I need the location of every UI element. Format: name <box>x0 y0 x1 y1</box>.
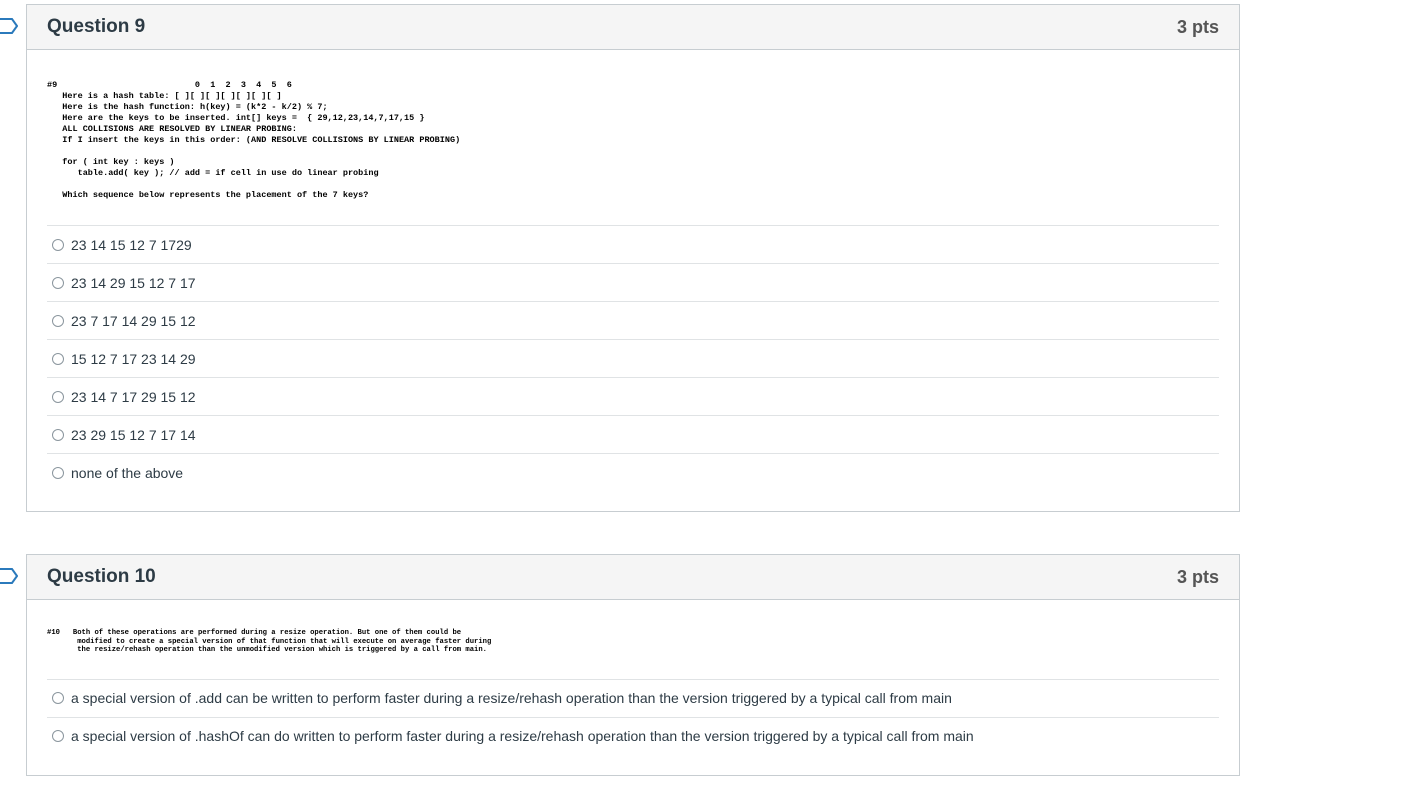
question-text: #9 0 1 2 3 4 5 6 Here is a hash table: [… <box>47 80 461 200</box>
answer-option[interactable]: a special version of .hashOf can do writ… <box>47 716 1219 755</box>
answer-option[interactable]: 23 14 15 12 7 1729 <box>47 225 1219 263</box>
answer-label[interactable]: a special version of .hashOf can do writ… <box>71 728 974 744</box>
answer-label[interactable]: none of the above <box>71 465 183 481</box>
radio-button[interactable] <box>52 730 64 742</box>
question-points: 3 pts <box>1176 566 1219 587</box>
answer-label[interactable]: 15 12 7 17 23 14 29 <box>71 351 196 367</box>
question-10: Question 10 3 pts #10 Both of these oper… <box>26 554 1240 776</box>
answer-label[interactable]: 23 14 15 12 7 1729 <box>71 237 192 253</box>
answer-option[interactable]: a special version of .add can be written… <box>47 678 1219 717</box>
radio-button[interactable] <box>52 238 64 251</box>
question-title: Question 10 <box>47 566 156 587</box>
answer-option[interactable]: 23 29 15 12 7 17 14 <box>47 415 1219 453</box>
radio-button[interactable] <box>52 352 64 365</box>
question-body: #10 Both of these operations are perform… <box>27 600 1239 755</box>
answer-option[interactable]: 23 14 29 15 12 7 17 <box>47 263 1219 301</box>
radio-button[interactable] <box>52 390 64 403</box>
answer-label[interactable]: 23 14 29 15 12 7 17 <box>71 275 196 291</box>
answer-label[interactable]: a special version of .add can be written… <box>71 690 952 706</box>
question-9: Question 9 3 pts #9 0 1 2 3 4 5 6 Here i… <box>26 4 1240 512</box>
question-header: Question 9 3 pts <box>27 5 1239 50</box>
question-title: Question 9 <box>47 16 146 37</box>
answer-label[interactable]: 23 14 7 17 29 15 12 <box>71 389 196 405</box>
answer-option[interactable]: none of the above <box>47 453 1219 491</box>
answer-option[interactable]: 23 7 17 14 29 15 12 <box>47 301 1219 339</box>
question-body: #9 0 1 2 3 4 5 6 Here is a hash table: [… <box>27 50 1239 491</box>
radio-button[interactable] <box>52 276 64 289</box>
radio-button[interactable] <box>52 692 64 704</box>
radio-button[interactable] <box>52 428 64 441</box>
radio-button[interactable] <box>52 466 64 479</box>
question-header: Question 10 3 pts <box>27 555 1239 600</box>
answer-option[interactable]: 15 12 7 17 23 14 29 <box>47 339 1219 377</box>
flag-question-icon[interactable] <box>0 18 18 34</box>
question-points: 3 pts <box>1176 16 1219 37</box>
radio-button[interactable] <box>52 314 64 327</box>
question-text: #10 Both of these operations are perform… <box>47 629 492 654</box>
flag-question-icon[interactable] <box>0 568 18 584</box>
answer-label[interactable]: 23 29 15 12 7 17 14 <box>71 427 196 443</box>
answer-label[interactable]: 23 7 17 14 29 15 12 <box>71 313 196 329</box>
answer-option[interactable]: 23 14 7 17 29 15 12 <box>47 377 1219 415</box>
